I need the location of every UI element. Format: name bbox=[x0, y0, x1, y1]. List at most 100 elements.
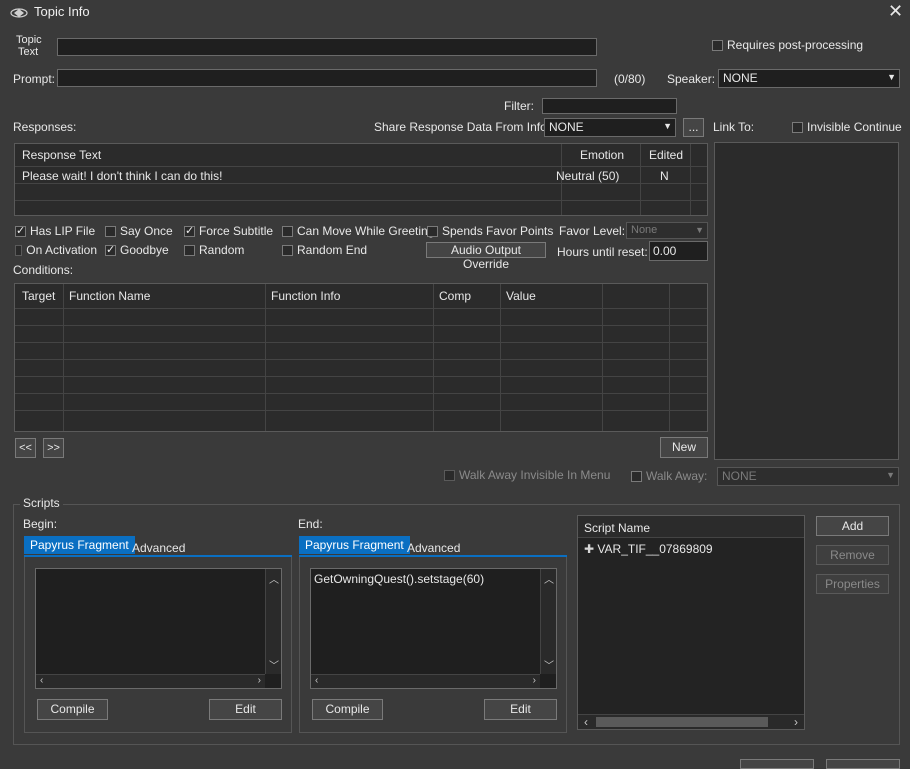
response-text-cell: Please wait! I don't think I can do this… bbox=[22, 169, 223, 183]
chevron-down-icon[interactable]: ﹀ bbox=[269, 657, 279, 672]
vertical-scrollbar[interactable]: ︿ ﹀ bbox=[265, 569, 281, 674]
chevron-down-icon[interactable]: ﹀ bbox=[544, 657, 554, 672]
window-title: Topic Info bbox=[34, 4, 90, 19]
walk-away-checkbox[interactable]: Walk Away: bbox=[631, 469, 707, 483]
column-header-comp[interactable]: Comp bbox=[439, 289, 471, 303]
hours-until-reset-input[interactable]: 0.00 bbox=[649, 241, 708, 261]
topic-text-input[interactable] bbox=[57, 38, 597, 56]
chevron-up-icon[interactable]: ︿ bbox=[269, 571, 279, 586]
can-move-while-greeting-checkbox[interactable]: Can Move While Greeting bbox=[282, 224, 434, 238]
chevron-down-icon: ▼ bbox=[695, 225, 704, 235]
conditions-label: Conditions: bbox=[13, 263, 74, 277]
walk-away-dropdown[interactable]: NONE ▼ bbox=[717, 467, 899, 486]
close-icon[interactable]: ✕ bbox=[888, 2, 903, 20]
checkbox-box[interactable] bbox=[444, 469, 455, 481]
tab-papyrus-fragment[interactable]: Papyrus Fragment bbox=[24, 536, 135, 554]
edited-cell: N bbox=[660, 169, 669, 183]
horizontal-scrollbar[interactable]: ‹ › bbox=[578, 714, 804, 729]
favor-level-dropdown[interactable]: None ▼ bbox=[626, 222, 708, 239]
checkbox-box[interactable] bbox=[282, 244, 293, 256]
checkbox-box[interactable] bbox=[105, 225, 116, 237]
begin-tab-strip: Papyrus Fragment Advanced bbox=[24, 535, 292, 557]
remove-script-button[interactable]: Remove bbox=[816, 545, 889, 565]
say-once-checkbox[interactable]: Say Once bbox=[105, 224, 173, 238]
table-row[interactable]: Please wait! I don't think I can do this… bbox=[15, 167, 690, 183]
column-header-function-info[interactable]: Function Info bbox=[271, 289, 340, 303]
share-response-dropdown[interactable]: NONE ▼ bbox=[544, 118, 676, 137]
checkbox-box[interactable] bbox=[184, 244, 195, 256]
column-header-edited[interactable]: Edited bbox=[649, 148, 683, 162]
random-end-checkbox[interactable]: Random End bbox=[282, 243, 367, 257]
column-header-function-name[interactable]: Function Name bbox=[69, 289, 150, 303]
cancel-button[interactable] bbox=[826, 759, 900, 769]
scrollbar-thumb[interactable] bbox=[596, 717, 768, 727]
ok-button[interactable] bbox=[740, 759, 814, 769]
chevron-right-icon[interactable]: › bbox=[533, 675, 536, 686]
hours-until-reset-label: Hours until reset: bbox=[557, 245, 648, 259]
link-to-list[interactable] bbox=[714, 142, 899, 460]
has-lip-file-checkbox[interactable]: Has LIP File bbox=[15, 224, 95, 238]
filter-input[interactable] bbox=[542, 98, 677, 114]
checkbox-box[interactable] bbox=[15, 244, 23, 256]
force-subtitle-checkbox[interactable]: Force Subtitle bbox=[184, 224, 273, 238]
end-code-text: GetOwningQuest().setstage(60) bbox=[314, 572, 485, 586]
share-response-more-button[interactable]: ... bbox=[683, 118, 704, 137]
random-checkbox[interactable]: Random bbox=[184, 243, 244, 257]
link-to-label: Link To: bbox=[713, 120, 755, 134]
script-properties-button[interactable]: Properties bbox=[816, 574, 889, 594]
column-header-value[interactable]: Value bbox=[506, 289, 536, 303]
checkbox-box[interactable] bbox=[712, 39, 723, 51]
checkbox-box[interactable] bbox=[631, 470, 642, 482]
tab-papyrus-fragment[interactable]: Papyrus Fragment bbox=[299, 536, 410, 554]
begin-code-editor[interactable]: ︿ ﹀ ‹ › bbox=[35, 568, 282, 689]
chevron-left-icon[interactable]: ‹ bbox=[584, 715, 588, 729]
chevron-left-icon[interactable]: ‹ bbox=[315, 675, 318, 686]
requires-post-processing-checkbox[interactable]: Requires post-processing bbox=[712, 38, 863, 52]
end-edit-button[interactable]: Edit bbox=[484, 699, 557, 720]
list-item[interactable]: ✚ VAR_TIF__07869809 bbox=[584, 542, 713, 556]
vertical-scrollbar[interactable]: ︿ ﹀ bbox=[540, 569, 556, 674]
checkbox-box[interactable] bbox=[15, 224, 26, 237]
goodbye-checkbox[interactable]: Goodbye bbox=[105, 243, 169, 257]
on-activation-checkbox[interactable]: On Activation bbox=[15, 243, 97, 257]
checkbox-box[interactable] bbox=[427, 225, 438, 237]
title-bar bbox=[0, 0, 910, 26]
column-header-script-name[interactable]: Script Name bbox=[584, 521, 650, 535]
begin-compile-button[interactable]: Compile bbox=[37, 699, 108, 720]
tab-advanced[interactable]: Advanced bbox=[128, 539, 189, 557]
chevron-right-icon[interactable]: › bbox=[258, 675, 261, 686]
audio-output-override-button[interactable]: Audio Output Override bbox=[426, 242, 546, 271]
checkbox-box[interactable] bbox=[792, 121, 803, 133]
tab-advanced[interactable]: Advanced bbox=[403, 539, 464, 557]
chevron-left-icon[interactable]: ‹ bbox=[40, 675, 43, 686]
chevron-up-icon[interactable]: ︿ bbox=[544, 571, 554, 586]
horizontal-scrollbar[interactable]: ‹ › bbox=[311, 674, 540, 688]
script-list[interactable]: Script Name ✚ VAR_TIF__07869809 ‹ › bbox=[577, 515, 805, 730]
prompt-label: Prompt: bbox=[13, 72, 56, 86]
responses-table[interactable]: Response Text Emotion Edited Please wait… bbox=[14, 143, 708, 216]
begin-edit-button[interactable]: Edit bbox=[209, 699, 282, 720]
conditions-next-button[interactable]: >> bbox=[43, 438, 64, 458]
checkbox-box[interactable] bbox=[105, 243, 116, 256]
spends-favor-points-checkbox[interactable]: Spends Favor Points bbox=[427, 224, 553, 238]
conditions-new-button[interactable]: New bbox=[660, 437, 708, 458]
prompt-input[interactable] bbox=[57, 69, 597, 87]
checkbox-box[interactable] bbox=[282, 225, 293, 237]
conditions-table[interactable]: Target Function Name Function Info Comp … bbox=[14, 283, 708, 432]
invisible-continue-checkbox[interactable]: Invisible Continue bbox=[792, 120, 902, 134]
share-response-label: Share Response Data From Info: bbox=[374, 120, 551, 134]
conditions-prev-button[interactable]: << bbox=[15, 438, 36, 458]
chevron-right-icon[interactable]: › bbox=[794, 715, 798, 729]
walk-away-invisible-checkbox[interactable]: Walk Away Invisible In Menu bbox=[444, 468, 610, 482]
end-compile-button[interactable]: Compile bbox=[312, 699, 383, 720]
end-tab-strip: Papyrus Fragment Advanced bbox=[299, 535, 567, 557]
speaker-dropdown[interactable]: NONE ▼ bbox=[718, 69, 900, 88]
column-header-target[interactable]: Target bbox=[22, 289, 55, 303]
end-code-editor[interactable]: GetOwningQuest().setstage(60) ︿ ﹀ ‹ › bbox=[310, 568, 557, 689]
filter-label: Filter: bbox=[504, 99, 534, 113]
column-header-response-text[interactable]: Response Text bbox=[22, 148, 101, 162]
horizontal-scrollbar[interactable]: ‹ › bbox=[36, 674, 265, 688]
checkbox-box[interactable] bbox=[184, 224, 195, 237]
add-script-button[interactable]: Add bbox=[816, 516, 889, 536]
column-header-emotion[interactable]: Emotion bbox=[580, 148, 624, 162]
